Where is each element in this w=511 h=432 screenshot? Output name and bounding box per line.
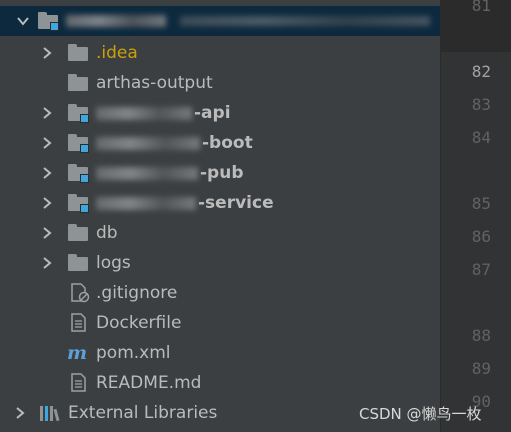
tree-item-label: db — [96, 223, 118, 243]
line-number: 89 — [471, 359, 491, 378]
tree-row-pom-xml[interactable]: m pom.xml — [0, 338, 440, 368]
line-number: 86 — [471, 227, 491, 246]
tree-item-label: pom.xml — [96, 343, 171, 363]
line-number: 85 — [471, 194, 491, 213]
chevron-right-icon[interactable] — [40, 166, 54, 180]
ignore-file-icon — [70, 283, 92, 303]
module-folder-icon — [68, 104, 90, 123]
text-file-icon — [70, 373, 92, 392]
tree-row-readme[interactable]: README.md — [0, 368, 440, 398]
project-tree-panel: .idea arthas-output -api -boot -pub -ser… — [0, 0, 440, 432]
folder-icon — [68, 224, 90, 242]
tree-item-label: External Libraries — [68, 403, 218, 423]
chevron-right-icon[interactable] — [40, 196, 54, 210]
redacted-module-name — [96, 107, 192, 120]
tree-item-label: logs — [96, 253, 131, 273]
redacted-project-name — [66, 15, 166, 27]
chevron-right-icon[interactable] — [40, 136, 54, 150]
tree-row-service-module[interactable]: -service — [0, 188, 440, 218]
line-number: 84 — [471, 128, 491, 147]
chevron-right-icon[interactable] — [40, 226, 54, 240]
tree-item-label: Dockerfile — [96, 313, 182, 333]
svg-text:m: m — [67, 343, 87, 363]
redacted-module-name — [96, 137, 200, 150]
tree-item-label: .idea — [96, 43, 138, 63]
maven-icon: m — [66, 342, 88, 364]
chevron-right-icon[interactable] — [40, 106, 54, 120]
tree-item-label: -api — [194, 103, 231, 123]
editor-gutter: 81 82 83 84 85 86 87 88 89 90 — [440, 0, 511, 432]
chevron-right-icon[interactable] — [40, 256, 54, 270]
module-folder-icon — [68, 164, 90, 183]
text-file-icon — [70, 313, 92, 332]
tree-row-api-module[interactable]: -api — [0, 98, 440, 128]
module-folder-icon — [68, 194, 90, 213]
module-folder-icon — [68, 134, 90, 153]
tree-row-boot-module[interactable]: -boot — [0, 128, 440, 158]
tree-item-label: -pub — [200, 163, 244, 183]
line-number-current: 82 — [471, 62, 491, 81]
line-number: 83 — [471, 95, 491, 114]
tree-row-pub-module[interactable]: -pub — [0, 158, 440, 188]
redacted-module-name — [96, 197, 196, 210]
chevron-right-icon[interactable] — [40, 46, 54, 60]
redacted-project-path — [180, 16, 430, 26]
chevron-down-icon[interactable] — [16, 14, 30, 28]
tree-item-label: -boot — [202, 133, 253, 153]
chevron-right-icon[interactable] — [13, 406, 27, 420]
tree-row-idea[interactable]: .idea — [0, 38, 440, 68]
line-number: 87 — [471, 260, 491, 279]
tree-row-arthas-output[interactable]: arthas-output — [0, 68, 440, 98]
folder-icon — [68, 74, 90, 92]
tree-row-logs[interactable]: logs — [0, 248, 440, 278]
redacted-module-name — [96, 167, 198, 180]
tree-row-dockerfile[interactable]: Dockerfile — [0, 308, 440, 338]
module-folder-icon — [38, 12, 60, 31]
csdn-watermark: CSDN @懒鸟一枚 — [359, 405, 482, 423]
folder-icon — [68, 44, 90, 62]
line-number: 88 — [471, 326, 491, 345]
tree-row-project-root[interactable] — [0, 6, 440, 36]
line-number: 81 — [471, 0, 491, 15]
folder-icon — [68, 254, 90, 272]
tree-row-gitignore[interactable]: .gitignore — [0, 278, 440, 308]
tree-item-label: -service — [198, 193, 274, 213]
tree-item-label: .gitignore — [96, 283, 178, 303]
tree-row-db[interactable]: db — [0, 218, 440, 248]
tree-item-label: README.md — [96, 373, 202, 393]
tree-item-label: arthas-output — [96, 73, 213, 93]
libraries-icon — [38, 404, 60, 422]
